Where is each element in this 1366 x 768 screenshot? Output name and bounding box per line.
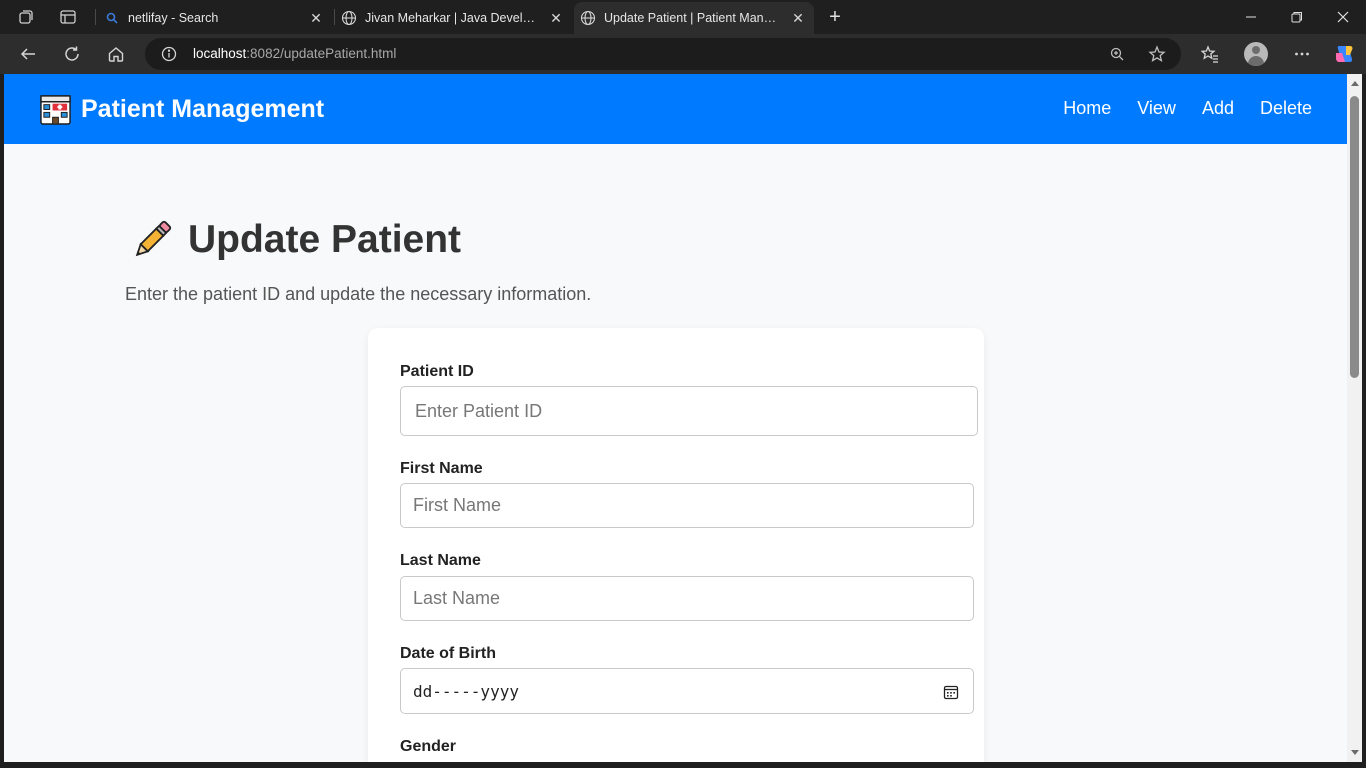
profile-avatar[interactable] <box>1244 42 1268 66</box>
page-title: Update Patient <box>188 218 462 261</box>
minimize-icon[interactable] <box>1228 0 1274 34</box>
nav-link-add[interactable]: Add <box>1202 98 1234 119</box>
first-name-label: First Name <box>400 460 483 477</box>
browser-tab-strip: netlifay - Search ✕ Jivan Meharkar | Jav… <box>0 0 1366 34</box>
globe-icon <box>341 10 357 26</box>
more-options-icon[interactable] <box>1290 42 1314 66</box>
dob-input[interactable]: dd-----yyyy <box>400 668 974 714</box>
scroll-up-icon[interactable] <box>1351 81 1359 86</box>
browser-toolbar: localhost:8082/updatePatient.html <box>0 34 1366 74</box>
favorites-icon[interactable] <box>1198 42 1222 66</box>
page-scrollbar[interactable] <box>1347 74 1362 762</box>
home-icon[interactable] <box>104 42 128 66</box>
nav-link-view[interactable]: View <box>1137 98 1176 119</box>
copilot-icon[interactable] <box>1332 42 1356 66</box>
refresh-icon[interactable] <box>60 42 84 66</box>
restore-icon[interactable] <box>1274 0 1320 34</box>
address-bar[interactable]: localhost:8082/updatePatient.html <box>145 38 1181 70</box>
brand-name: Patient Management <box>81 95 325 123</box>
vertical-tabs-icon[interactable] <box>57 6 79 28</box>
tab-title: netlifay - Search <box>128 11 219 25</box>
globe-icon <box>580 10 596 26</box>
site-info-icon[interactable] <box>159 44 179 64</box>
update-patient-form: Patient ID First Name Last Name Date of … <box>368 328 984 762</box>
hospital-icon <box>40 95 71 125</box>
pencil-icon <box>135 220 172 257</box>
back-icon[interactable] <box>16 42 40 66</box>
search-icon <box>104 10 120 26</box>
url-text[interactable]: localhost:8082/updatePatient.html <box>193 46 396 61</box>
tab-title: Update Patient | Patient Management <box>604 11 782 25</box>
patient-id-input[interactable] <box>400 386 978 436</box>
dob-placeholder: dd-----yyyy <box>413 682 519 701</box>
navbar: Patient Management Home View Add Delete <box>4 74 1347 144</box>
url-path: :8082/updatePatient.html <box>246 46 397 61</box>
first-name-input[interactable] <box>400 483 974 528</box>
scroll-down-icon[interactable] <box>1351 750 1359 755</box>
url-host: localhost <box>193 46 247 61</box>
tab-title: Jivan Meharkar | Java Developer <box>365 11 540 25</box>
close-tab-icon[interactable]: ✕ <box>308 10 324 26</box>
nav-links: Home View Add Delete <box>1037 98 1312 119</box>
nav-link-home[interactable]: Home <box>1063 98 1111 119</box>
gender-label: Gender <box>400 738 457 755</box>
close-window-icon[interactable] <box>1320 0 1366 34</box>
patient-id-label: Patient ID <box>400 363 474 380</box>
dob-label: Date of Birth <box>400 645 496 662</box>
last-name-label: Last Name <box>400 552 481 569</box>
scroll-thumb[interactable] <box>1350 96 1359 378</box>
tab-update-patient[interactable]: Update Patient | Patient Management ✕ <box>574 2 814 34</box>
calendar-icon[interactable] <box>943 684 959 700</box>
tab-portfolio[interactable]: Jivan Meharkar | Java Developer ✕ <box>338 2 572 34</box>
zoom-icon[interactable] <box>1107 44 1127 64</box>
last-name-input[interactable] <box>400 576 974 621</box>
brand[interactable]: Patient Management <box>40 94 324 125</box>
nav-link-delete[interactable]: Delete <box>1260 98 1312 119</box>
close-tab-icon[interactable]: ✕ <box>548 10 564 26</box>
new-tab-icon[interactable]: + <box>824 6 846 28</box>
workspaces-icon[interactable] <box>15 6 37 28</box>
close-tab-icon[interactable]: ✕ <box>790 10 806 26</box>
page-heading: Update Patient <box>128 216 461 264</box>
web-page: Patient Management Home View Add Delete … <box>4 74 1347 762</box>
page-subtitle: Enter the patient ID and update the nece… <box>125 284 592 304</box>
tab-search[interactable]: netlifay - Search ✕ <box>100 2 332 34</box>
favorite-star-icon[interactable] <box>1147 44 1167 64</box>
